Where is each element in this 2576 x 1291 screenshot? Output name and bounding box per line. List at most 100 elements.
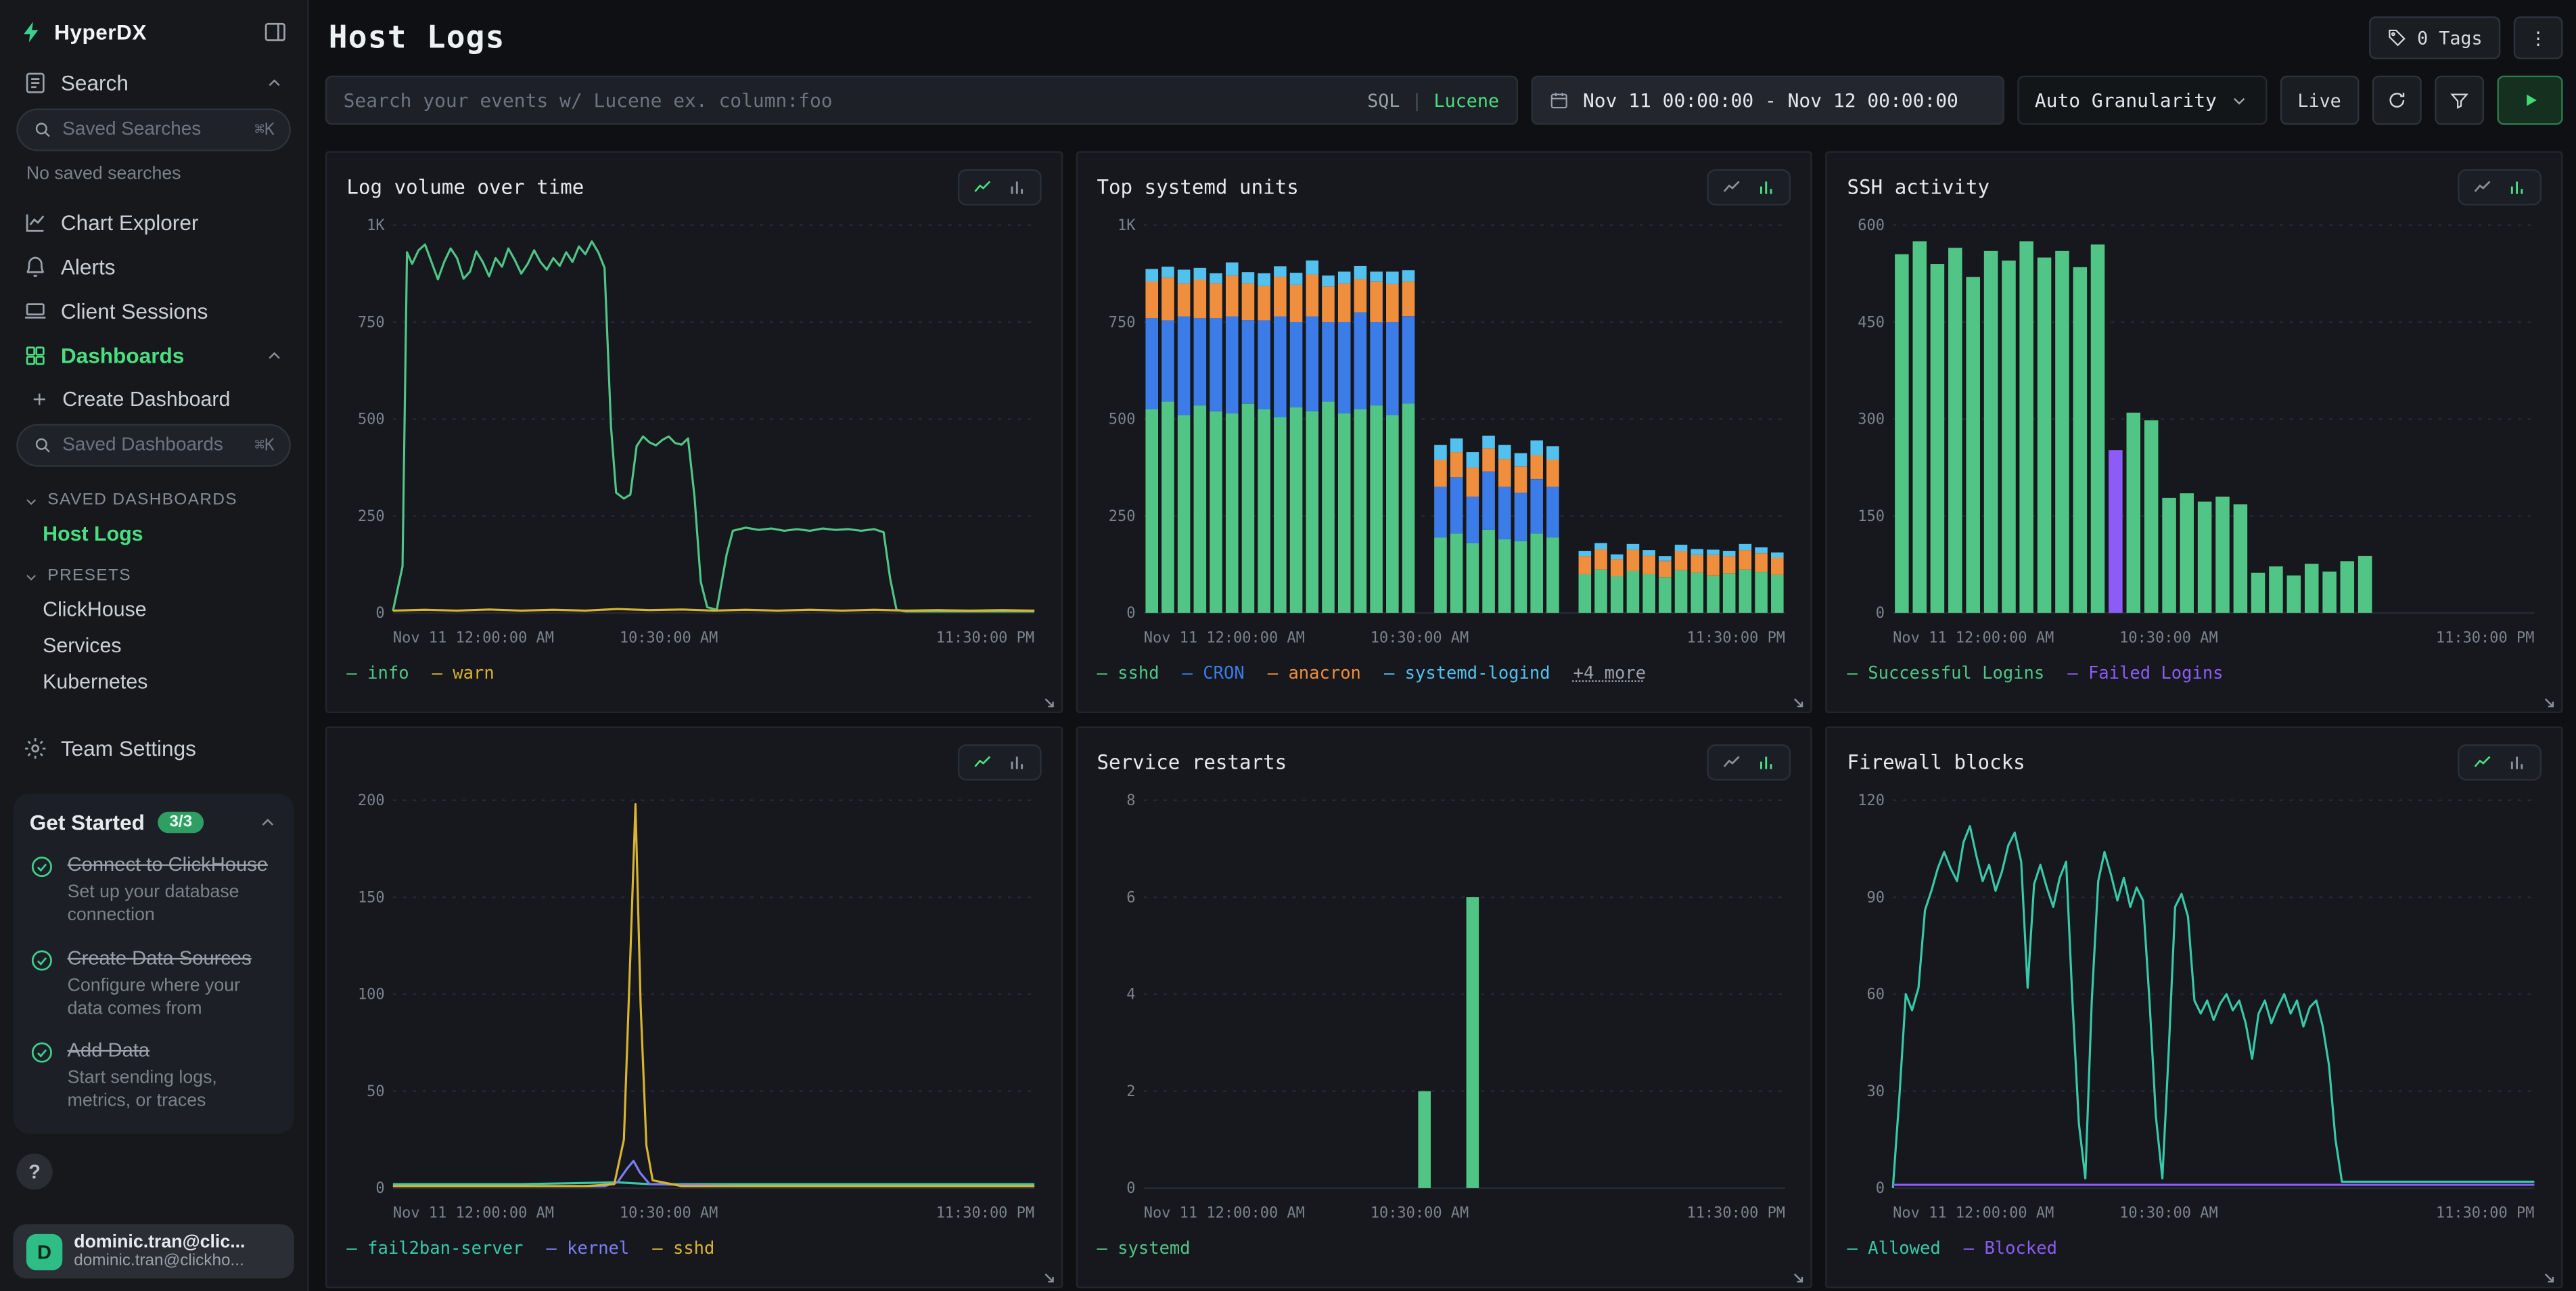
live-button[interactable]: Live (2280, 76, 2360, 125)
user-menu[interactable]: D dominic.tran@clic... dominic.tran@clic… (13, 1224, 294, 1278)
svg-text:2: 2 (1126, 1083, 1134, 1100)
date-range-picker[interactable]: Nov 11 00:00:00 - Nov 12 00:00:00 (1530, 76, 2003, 125)
chart-plot[interactable]: 86420Nov 11 12:00:00 AM10:30:00 AM11:30:… (1097, 784, 1791, 1231)
refresh-button[interactable] (2372, 76, 2422, 125)
legend-item[interactable]: — sshd (1097, 664, 1159, 683)
sidebar-item-chart-explorer[interactable]: Chart Explorer (13, 200, 294, 245)
sidebar-item-search[interactable]: Search (13, 61, 294, 106)
bar-chart-icon[interactable] (1757, 752, 1776, 772)
chart-plot[interactable]: 200150100500Nov 11 12:00:00 AM10:30:00 A… (346, 784, 1040, 1231)
saved-dashboards-input[interactable] (62, 436, 244, 455)
tag-icon (2387, 28, 2407, 47)
bar-chart-icon[interactable] (1007, 177, 1026, 197)
sidebar-dashboard-host-logs[interactable]: Host Logs (13, 516, 294, 552)
legend-item[interactable]: — systemd (1097, 1239, 1190, 1259)
svg-text:750: 750 (1108, 314, 1135, 331)
resize-handle-icon[interactable] (2540, 1269, 2556, 1285)
sidebar-collapse-icon[interactable] (263, 20, 288, 44)
line-chart-icon[interactable] (972, 752, 992, 772)
line-chart-icon[interactable] (2472, 752, 2492, 772)
chevron-up-icon (264, 346, 284, 365)
svg-text:0: 0 (1877, 1180, 1885, 1197)
chart-view-toggle (2458, 169, 2542, 205)
get-started-step[interactable]: Connect to ClickHouse Set up your databa… (30, 853, 278, 928)
get-started-step[interactable]: Add Data Start sending logs, metrics, or… (30, 1039, 278, 1114)
legend-item[interactable]: — Blocked (1964, 1239, 2057, 1259)
saved-dashboards-section-header[interactable]: SAVED DASHBOARDS (13, 476, 294, 516)
step-desc: Start sending logs, metrics, or traces (68, 1067, 278, 1114)
query-toolbar: SQL | Lucene Nov 11 00:00:00 - Nov 12 00… (325, 76, 2563, 125)
legend-item[interactable]: — sshd (652, 1239, 714, 1259)
legend-item[interactable]: — fail2ban-server (346, 1239, 523, 1259)
legend-item[interactable]: — kernel (546, 1239, 629, 1259)
chart-view-toggle (1707, 744, 1791, 780)
chevron-up-icon[interactable] (258, 813, 277, 832)
saved-searches-input[interactable] (62, 120, 244, 139)
bar-chart-icon[interactable] (2507, 752, 2527, 772)
legend-more-link[interactable]: +4 more (1573, 664, 1647, 683)
legend-item[interactable]: — Failed Logins (2067, 664, 2223, 683)
svg-text:500: 500 (1108, 411, 1135, 428)
sql-toggle[interactable]: SQL (1367, 89, 1400, 111)
calendar-icon (1548, 91, 1568, 110)
svg-text:11:30:00 PM: 11:30:00 PM (2437, 1205, 2535, 1222)
bar-chart-icon[interactable] (1757, 177, 1776, 197)
line-chart-icon[interactable] (972, 177, 992, 197)
lucene-toggle[interactable]: Lucene (1434, 89, 1500, 111)
resize-handle-icon[interactable] (1039, 1269, 1055, 1285)
legend-item[interactable]: — Successful Logins (1847, 664, 2045, 683)
presets-section-header[interactable]: PRESETS (13, 552, 294, 591)
hyperdx-home-link[interactable]: HyperDX (20, 20, 147, 44)
saved-dashboards-search: ⌘K (16, 424, 291, 467)
legend-item[interactable]: — CRON (1182, 664, 1245, 683)
legend-item[interactable]: — info (346, 664, 409, 683)
legend-item[interactable]: — warn (432, 664, 495, 683)
svg-text:11:30:00 PM: 11:30:00 PM (936, 630, 1035, 647)
run-query-button[interactable] (2497, 76, 2562, 125)
chart-plot[interactable]: 1209060300Nov 11 12:00:00 AM10:30:00 AM1… (1847, 784, 2542, 1231)
sidebar-item-dashboards[interactable]: Dashboards (13, 334, 294, 378)
line-chart-icon[interactable] (1722, 752, 1742, 772)
svg-text:150: 150 (358, 889, 385, 906)
help-button[interactable]: ? (16, 1154, 52, 1190)
filter-button[interactable] (2435, 76, 2484, 125)
chart-plot[interactable]: 6004503001500Nov 11 12:00:00 AM10:30:00 … (1847, 208, 2542, 656)
svg-text:10:30:00 AM: 10:30:00 AM (2120, 630, 2219, 647)
granularity-select[interactable]: Auto Granularity (2017, 76, 2266, 125)
legend-item[interactable]: — Allowed (1847, 1239, 1941, 1259)
more-menu-button[interactable]: ⋮ (2514, 16, 2563, 59)
chart-view-toggle (1707, 169, 1791, 205)
chart-title: Top systemd units (1097, 176, 1298, 199)
sidebar-preset-services[interactable]: Services (13, 628, 294, 664)
sidebar-preset-kubernetes[interactable]: Kubernetes (13, 664, 294, 700)
sidebar-item-client-sessions[interactable]: Client Sessions (13, 289, 294, 334)
sidebar-item-team-settings[interactable]: Team Settings (13, 726, 294, 771)
bar-chart-icon[interactable] (2507, 177, 2527, 197)
svg-text:Nov 11 12:00:00 AM: Nov 11 12:00:00 AM (1143, 1205, 1304, 1222)
sidebar-item-alerts[interactable]: Alerts (13, 245, 294, 290)
sidebar-item-label: Team Settings (61, 736, 284, 761)
resize-handle-icon[interactable] (2540, 694, 2556, 710)
create-dashboard-button[interactable]: Create Dashboard (13, 378, 294, 421)
line-chart-icon[interactable] (2472, 177, 2492, 197)
chart-plot[interactable]: 1K7505002500Nov 11 12:00:00 AM10:30:00 A… (1097, 208, 1791, 656)
line-chart-icon[interactable] (1722, 177, 1742, 197)
resize-handle-icon[interactable] (1790, 694, 1806, 710)
svg-text:50: 50 (367, 1083, 384, 1100)
sidebar-preset-clickhouse[interactable]: ClickHouse (13, 591, 294, 627)
get-started-step[interactable]: Create Data Sources Configure where your… (30, 946, 278, 1021)
resize-handle-icon[interactable] (1790, 1269, 1806, 1285)
resize-handle-icon[interactable] (1039, 694, 1055, 710)
legend-item[interactable]: — anacron (1268, 664, 1361, 683)
svg-text:10:30:00 AM: 10:30:00 AM (1370, 1205, 1469, 1222)
event-search-input[interactable] (344, 89, 1354, 112)
svg-text:10:30:00 AM: 10:30:00 AM (2120, 1205, 2219, 1222)
brand-row: HyperDX (13, 13, 294, 60)
tags-button[interactable]: 0 Tags (2370, 16, 2501, 59)
chevron-down-icon (23, 492, 39, 508)
chart-plot[interactable]: 1K7505002500Nov 11 12:00:00 AM10:30:00 A… (346, 208, 1040, 656)
tags-label: 0 Tags (2417, 27, 2483, 49)
bar-chart-icon[interactable] (1007, 752, 1026, 772)
sidebar: HyperDX Search ⌘K No saved searches (0, 0, 309, 1291)
legend-item[interactable]: — systemd-logind (1384, 664, 1550, 683)
